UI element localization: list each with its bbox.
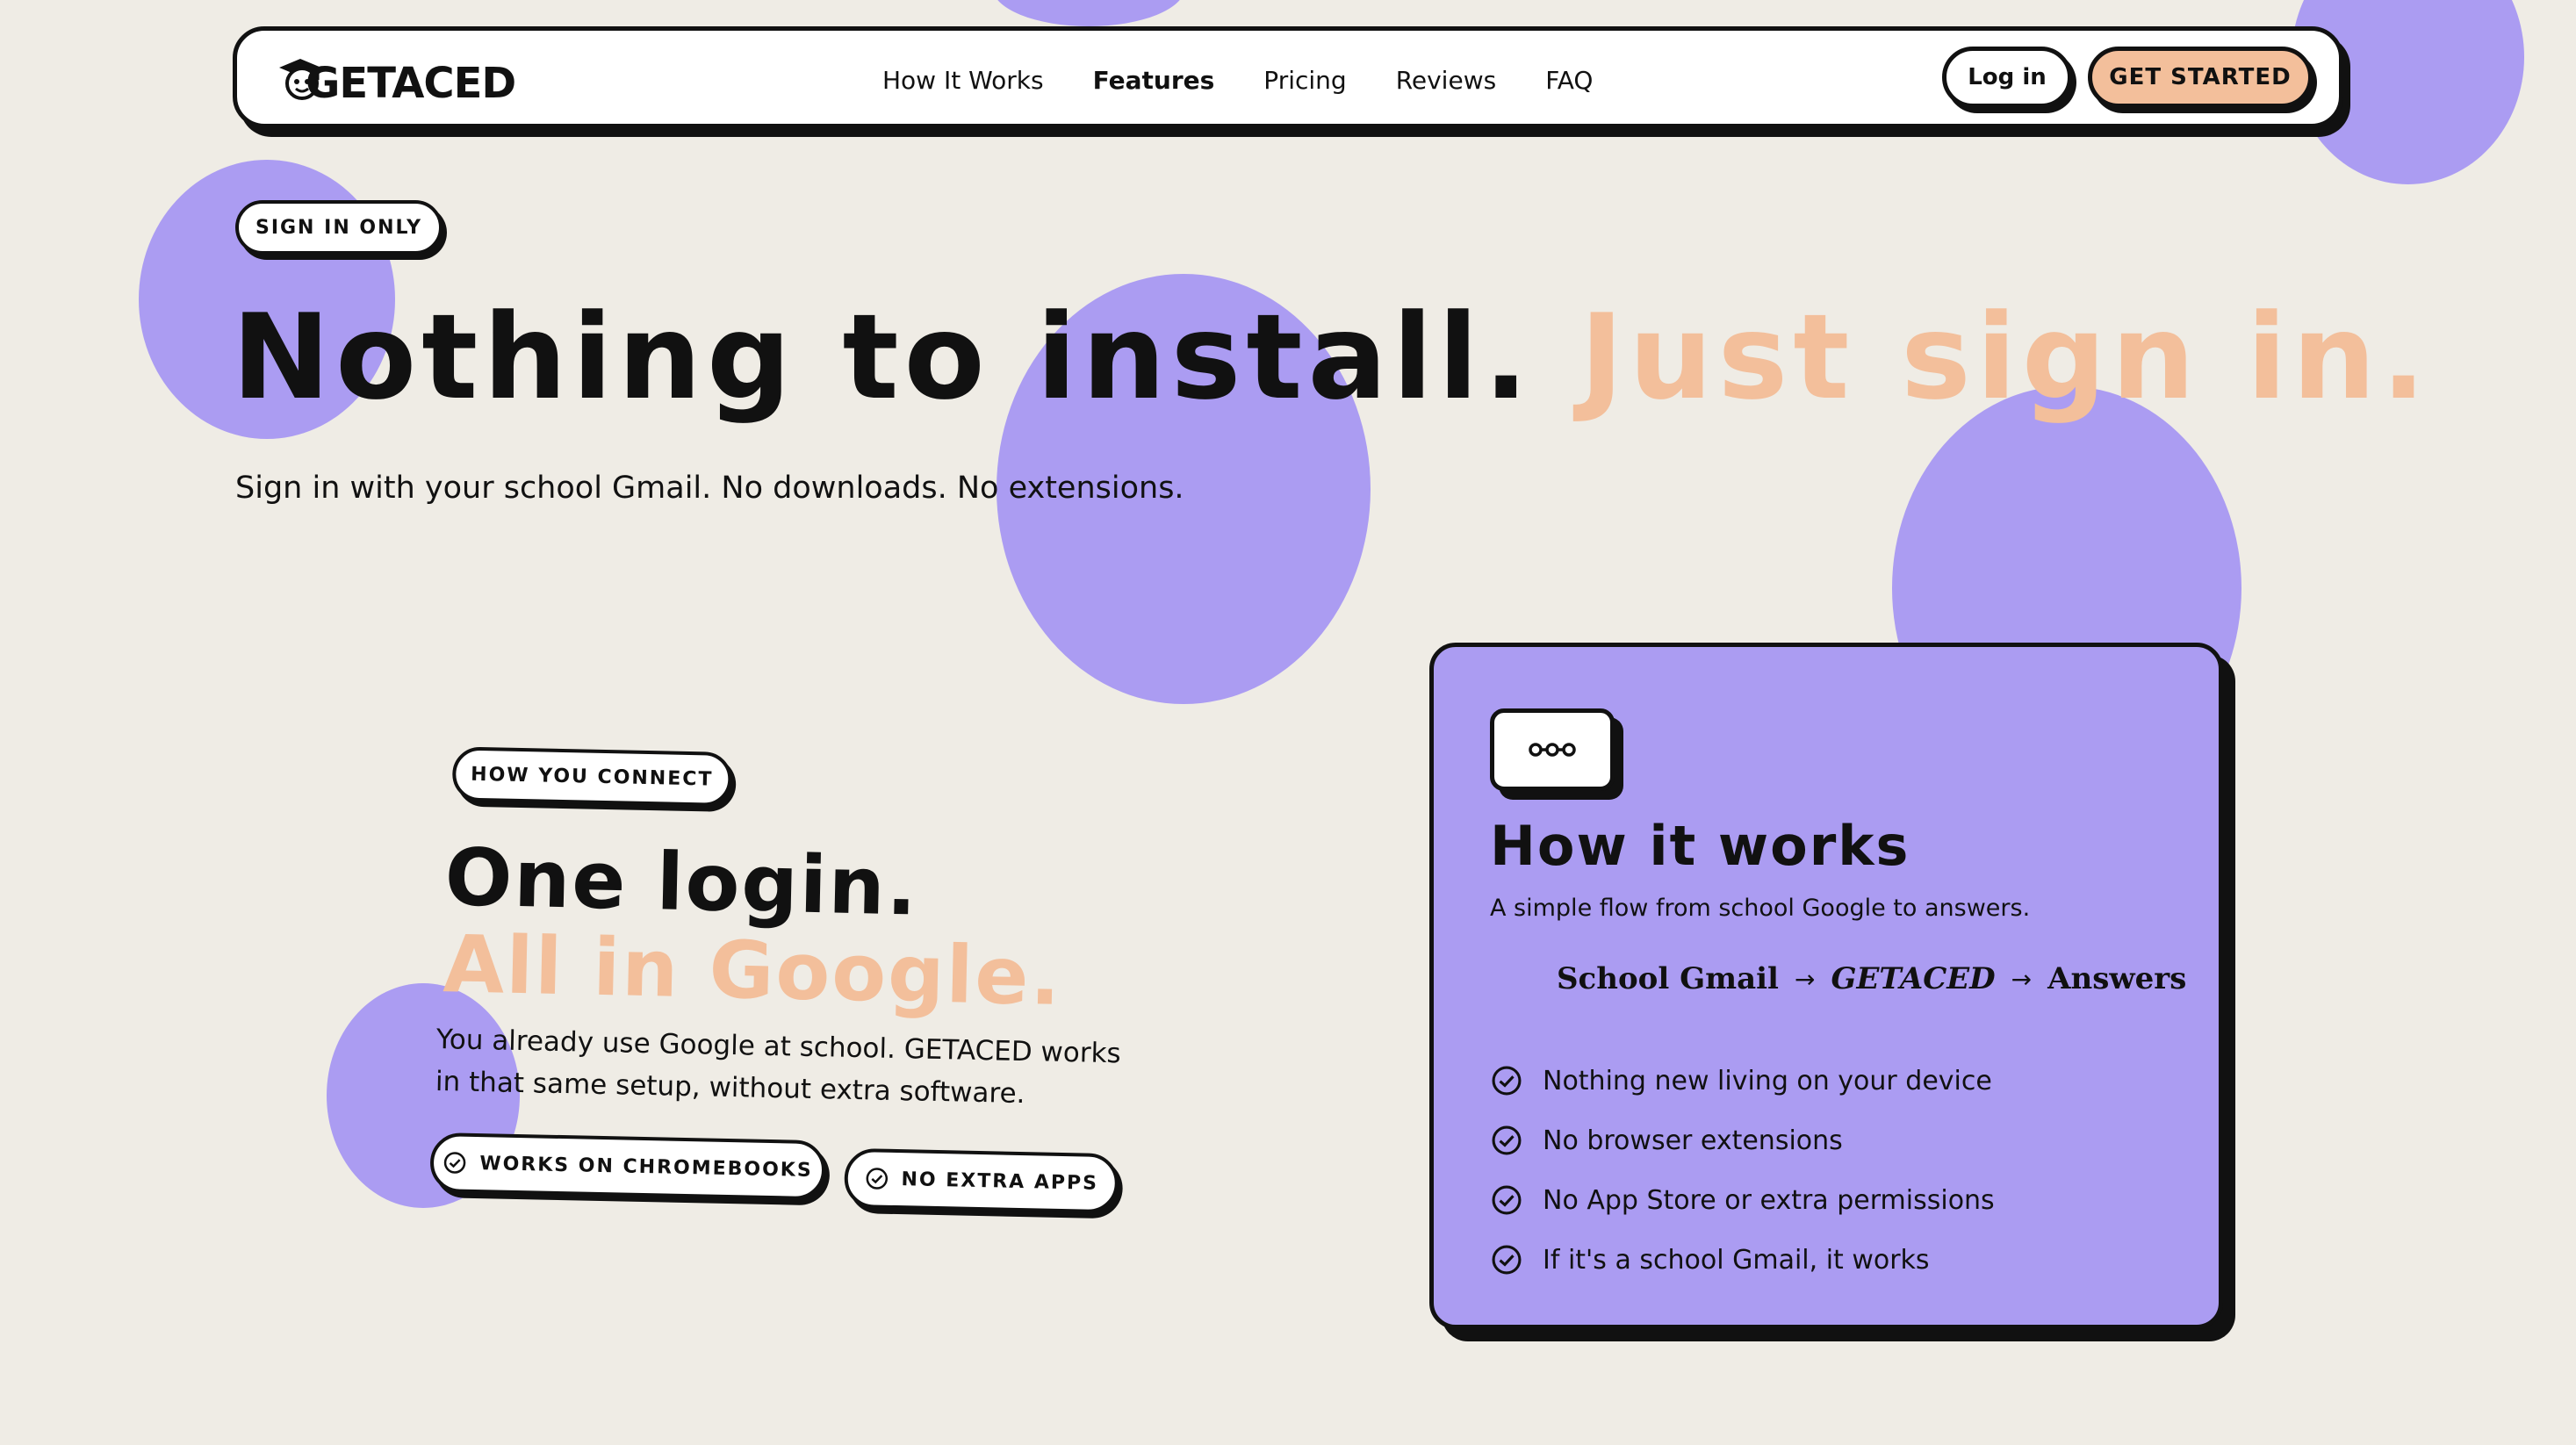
- card-title: How it works: [1490, 814, 1910, 878]
- link-chain-icon: [1490, 708, 1615, 791]
- list-item: No App Store or extra permissions: [1490, 1170, 1995, 1230]
- list-item-label: No App Store or extra permissions: [1543, 1184, 1995, 1216]
- connect-title-line2: All in Google.: [442, 918, 1063, 1024]
- connect-title-line1: One login.: [443, 831, 920, 934]
- flow-step-gmail: School Gmail: [1557, 961, 1779, 996]
- link-chain-glyph: [1529, 743, 1576, 757]
- tag-no-extra-apps: NO EXTRA APPS: [844, 1147, 1119, 1214]
- connect-section: HOW YOU CONNECT One login. All in Google…: [428, 746, 1159, 1253]
- list-item: If it's a school Gmail, it works: [1490, 1230, 1995, 1290]
- hero-subtitle: Sign in with your school Gmail. No downl…: [235, 471, 1184, 506]
- check-circle-icon: [1492, 1125, 1522, 1155]
- check-circle-icon: [1492, 1185, 1522, 1215]
- feature-list: Nothing new living on your device No bro…: [1490, 1051, 1995, 1290]
- arrow-right-icon: →: [1794, 964, 1816, 994]
- sign-in-only-badge: SIGN IN ONLY: [235, 200, 443, 255]
- list-item-label: If it's a school Gmail, it works: [1543, 1244, 1930, 1276]
- list-item: Nothing new living on your device: [1490, 1051, 1995, 1111]
- nav-link-pricing[interactable]: Pricing: [1263, 66, 1346, 95]
- check-circle-icon: [444, 1152, 466, 1174]
- nav-links: How It Works Features Pricing Reviews FA…: [882, 66, 1593, 95]
- flow-row: School Gmail → GETACED → Answers: [1557, 961, 2186, 996]
- flow-step-getaced: GETACED: [1831, 961, 1996, 996]
- how-you-connect-badge: HOW YOU CONNECT: [451, 746, 732, 807]
- arrow-right-icon: →: [2011, 964, 2033, 994]
- list-item: No browser extensions: [1490, 1111, 1995, 1170]
- hero-title: Nothing to install. Just sign in.: [232, 298, 2431, 416]
- hero-title-accent: Just sign in.: [1579, 289, 2431, 426]
- nav-link-how-it-works[interactable]: How It Works: [882, 66, 1044, 95]
- flow-step-answers: Answers: [2047, 961, 2187, 996]
- decor-blob: [992, 0, 1185, 26]
- tag-works-on-chromebooks: WORKS ON CHROMEBOOKS: [429, 1132, 826, 1201]
- nav-link-features[interactable]: Features: [1093, 66, 1215, 95]
- nav-link-faq[interactable]: FAQ: [1545, 66, 1593, 95]
- check-circle-icon: [1492, 1245, 1522, 1275]
- card-subtitle: A simple flow from school Google to answ…: [1490, 895, 2031, 922]
- tag-label: NO EXTRA APPS: [901, 1168, 1099, 1195]
- tag-label: WORKS ON CHROMEBOOKS: [479, 1152, 813, 1182]
- how-it-works-card: How it works A simple flow from school G…: [1429, 643, 2223, 1329]
- list-item-label: No browser extensions: [1543, 1125, 1843, 1156]
- check-circle-icon: [866, 1168, 888, 1190]
- logo-text: GETACED: [306, 59, 516, 108]
- list-item-label: Nothing new living on your device: [1543, 1065, 1992, 1096]
- nav-link-reviews[interactable]: Reviews: [1396, 66, 1497, 95]
- top-navbar: GETACED How It Works Features Pricing Re…: [233, 26, 2343, 128]
- connect-body: You already use Google at school. GETACE…: [435, 1024, 1122, 1111]
- login-button[interactable]: Log in: [1942, 47, 2072, 108]
- get-started-button[interactable]: GET STARTED: [2088, 47, 2313, 108]
- connect-title: One login. All in Google.: [442, 831, 1065, 1024]
- check-circle-icon: [1492, 1066, 1522, 1096]
- hero-title-main: Nothing to install.: [232, 289, 1534, 426]
